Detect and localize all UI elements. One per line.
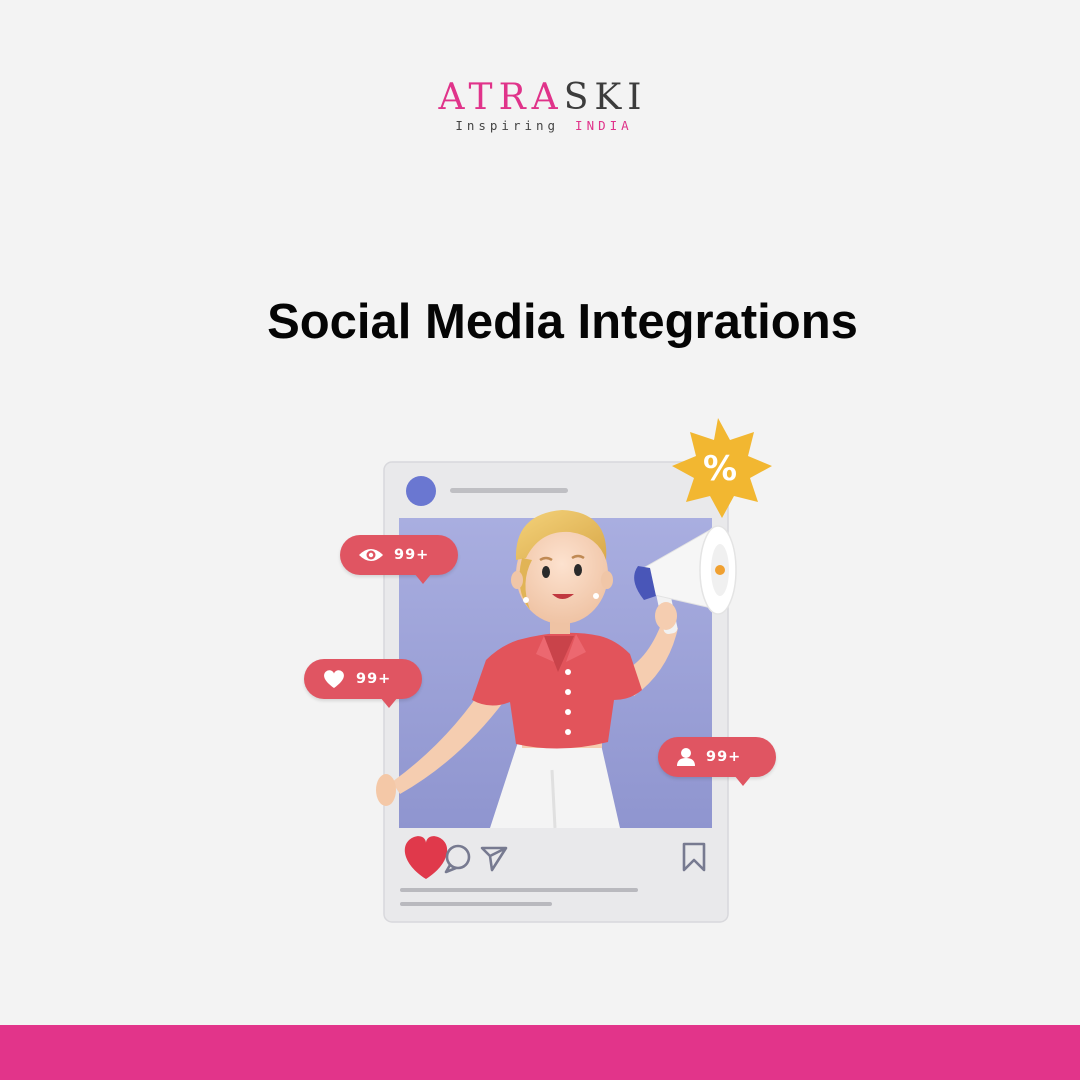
followers-count: 99+ [706,749,742,765]
eye-icon [359,549,383,561]
likes-count: 99+ [356,671,392,687]
user-icon [677,748,695,766]
logo-tagline-part1: Inspiring [455,118,560,133]
discount-symbol: % [703,449,737,489]
logo-word-part2: SKI [563,77,648,118]
logo-tagline-part2: INDIA [575,118,633,133]
caption-line [400,902,552,906]
social-post-illustration: % 99+ 99+ 99+ [300,410,780,930]
post-avatar [406,476,436,506]
caption-line [400,888,638,892]
brand-logo: ATRASKI Inspiring INDIA [0,78,1080,134]
views-count: 99+ [394,547,430,563]
heart-icon [324,670,344,688]
followers-badge: 99+ [658,737,776,786]
post-username-line [450,488,568,493]
logo-wordmark: ATRASKI [0,78,1080,118]
page-title: Social Media Integrations [267,295,858,349]
footer-bar [0,1025,1080,1080]
logo-tagline: Inspiring INDIA [0,118,1080,134]
views-badge: 99+ [340,535,458,584]
logo-word-part1: ATRA [438,77,564,118]
likes-badge: 99+ [304,659,422,708]
